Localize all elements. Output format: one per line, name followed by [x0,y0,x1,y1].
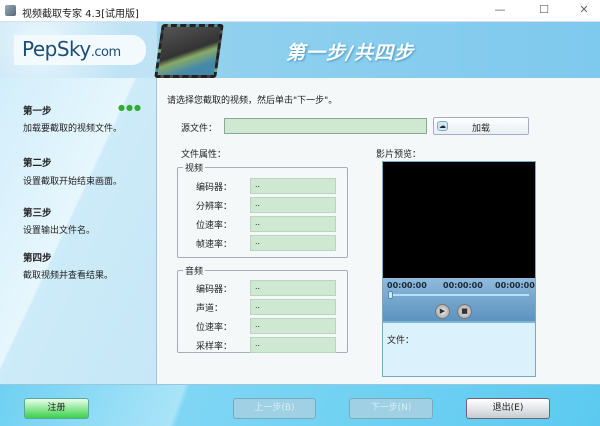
time-start: 00:00:00 [387,281,427,290]
preview-panel: 00:00:00 00:00:00 00:00:00 ▶ ■ 文件： [382,161,536,377]
logo-suffix: .com [90,45,121,60]
audio-codec-label: 编码器： [196,285,233,295]
load-button-label: 加载 [472,124,491,134]
audio-bitrate-label: 位速率： [196,323,233,333]
register-button[interactable]: 注册 [24,398,89,419]
video-group-title: 视频 [183,161,206,174]
sample-rate-label: 采样率： [196,342,233,352]
step-1-title: 第一步 [23,106,52,117]
audio-codec-field: .. [250,280,336,296]
exit-button[interactable]: 退出(E) [466,398,550,419]
maximize-button[interactable]: ☐ [534,3,554,19]
step-4-title: 第四步 [23,253,52,264]
active-step-indicator: ●●● [118,103,142,112]
instruction-text: 请选择您截取的视频，然后单击"下一步"。 [167,96,338,106]
resolution-field: .. [250,197,336,213]
prev-step-button[interactable]: 上一步(B) [233,398,316,419]
file-properties-label: 文件属性： [181,150,227,160]
cloud-icon: ☁ [437,121,448,131]
source-file-label: 源文件： [181,124,218,134]
frame-rate-field: .. [250,235,336,251]
film-strip-icon [154,24,224,78]
playback-controls: 00:00:00 00:00:00 00:00:00 ▶ ■ [383,278,535,323]
next-step-button[interactable]: 下一步(N) [349,398,433,419]
step-1-desc: 加载要截取的视频文件。 [23,124,123,134]
minimize-button[interactable]: — [490,3,510,19]
close-button[interactable]: ✕ [574,3,594,19]
audio-group-title: 音频 [183,264,206,277]
step-title: 第一步/共四步 [286,42,414,64]
resolution-label: 分辨率： [196,202,233,212]
load-button[interactable]: ☁ 加载 [433,117,529,135]
logo-brand: PepSky [22,37,91,61]
preview-label: 影片预览： [376,150,422,160]
app-icon [5,5,16,16]
step-4-desc: 截取视频并查看结果。 [23,271,114,281]
step-3-title: 第三步 [23,208,52,219]
window-title: 视频截取专家 4.3[试用版] [22,9,139,20]
sample-rate-field: .. [250,337,336,353]
video-bitrate-label: 位速率： [196,221,233,231]
channels-field: .. [250,299,336,315]
seek-thumb[interactable] [388,291,393,299]
time-current: 00:00:00 [443,281,483,290]
channels-label: 声道： [196,304,224,314]
audio-bitrate-field: .. [250,318,336,334]
video-screen [383,162,535,278]
video-bitrate-field: .. [250,216,336,232]
video-codec-label: 编码器： [196,183,233,193]
video-codec-field: .. [250,178,336,194]
play-icon[interactable]: ▶ [435,304,450,319]
time-end: 00:00:00 [495,281,535,290]
step-2-desc: 设置截取开始结束画面。 [23,177,123,187]
frame-rate-label: 帧速率： [196,240,233,250]
step-3-desc: 设置输出文件名。 [23,226,96,236]
logo: PepSky.com [14,35,146,65]
source-file-input[interactable] [224,118,427,134]
title-bar: 视频截取专家 4.3[试用版] — ☐ ✕ [0,0,600,22]
seek-slider[interactable] [389,294,529,296]
stop-icon[interactable]: ■ [457,304,472,319]
step-2-title: 第二步 [23,158,52,169]
preview-file-label: 文件： [387,336,415,346]
footer-bar: 注册 上一步(B) 下一步(N) 退出(E) [0,384,600,426]
